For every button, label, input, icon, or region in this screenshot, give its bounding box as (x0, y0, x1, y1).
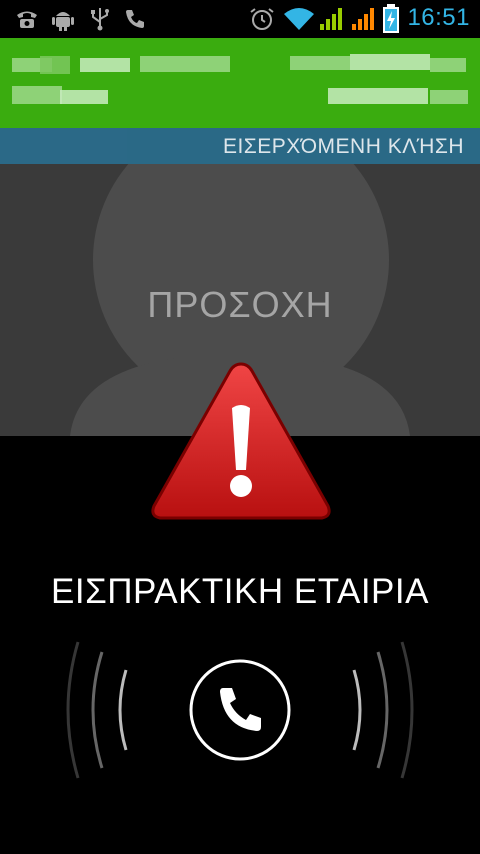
status-bar: 16:51 (0, 0, 480, 38)
photo-warning-text: ΠΡΟΣΟΧΗ (147, 284, 333, 325)
call-state-bar: ΕΙΣΕΡΧΌΜΕΝΗ ΚΛΉΣΗ (0, 128, 480, 164)
ringing-waves-left (66, 641, 128, 779)
alarm-icon (250, 8, 274, 30)
clock: 16:51 (407, 4, 470, 31)
usb-icon (91, 8, 109, 31)
signal-roaming-icon (352, 8, 374, 30)
call-state-label: ΕΙΣΕΡΧΌΜΕΝΗ ΚΛΉΣΗ (222, 135, 464, 158)
caller-info-banner (0, 38, 480, 128)
caller-name: ΕΙΣΠΡΑΚΤΙΚΗ ΕΤΑΙΡΙΑ (51, 572, 429, 611)
phone-notification-icon (17, 11, 37, 28)
wifi-icon (284, 8, 314, 30)
phone-handset-icon (189, 659, 291, 761)
ringing-waves-right (352, 641, 414, 779)
battery-charging-icon (383, 4, 399, 33)
android-debug-icon (52, 12, 74, 31)
missed-call-icon (126, 10, 144, 28)
answer-call-button[interactable] (188, 658, 292, 762)
warning-triangle-icon (151, 362, 331, 520)
signal-icon (320, 8, 342, 30)
